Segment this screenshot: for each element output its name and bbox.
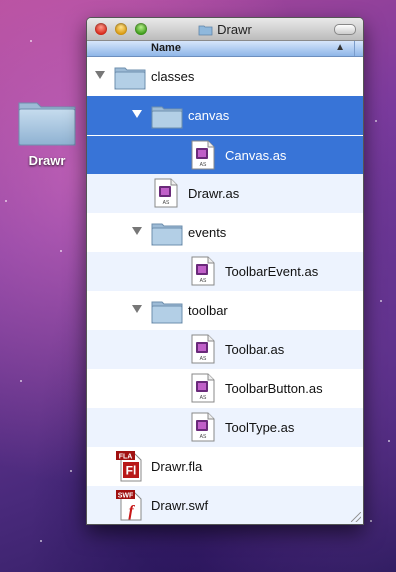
list-item[interactable]: AS ToolType.as bbox=[87, 408, 363, 447]
svg-text:AS: AS bbox=[200, 162, 207, 168]
svg-text:Fl: Fl bbox=[126, 464, 137, 478]
list-item[interactable]: events bbox=[87, 213, 363, 252]
actionscript-file-icon: AS bbox=[191, 334, 215, 367]
column-header-label: Name bbox=[151, 42, 181, 54]
list-item-label: Drawr.swf bbox=[151, 498, 209, 513]
folder-icon bbox=[198, 24, 213, 39]
window-title-area: Drawr bbox=[87, 22, 363, 39]
actionscript-file-icon: AS bbox=[191, 373, 215, 406]
flash-swf-file-icon: SWF f bbox=[115, 489, 145, 524]
disclosure-triangle-icon[interactable] bbox=[132, 227, 142, 235]
svg-text:AS: AS bbox=[163, 200, 170, 206]
list-item-label: Toolbar.as bbox=[225, 342, 285, 357]
svg-text:AS: AS bbox=[200, 434, 207, 440]
list-item[interactable]: toolbar bbox=[87, 291, 363, 330]
list-item-label: events bbox=[188, 225, 227, 240]
actionscript-file-icon: AS bbox=[154, 178, 178, 211]
desktop-folder-drawr[interactable]: Drawr bbox=[12, 95, 82, 168]
list-item[interactable]: AS ToolbarEvent.as bbox=[87, 252, 363, 291]
list-item-label: classes bbox=[151, 69, 195, 84]
disclosure-triangle-icon[interactable] bbox=[95, 71, 105, 79]
column-header-name[interactable]: Name ▲ bbox=[87, 41, 363, 57]
resize-grip-icon[interactable] bbox=[351, 512, 361, 522]
toolbar-toggle-button[interactable] bbox=[334, 24, 356, 35]
svg-text:AS: AS bbox=[200, 395, 207, 401]
list-item-label: ToolbarButton.as bbox=[225, 381, 323, 396]
list-item-label: Canvas.as bbox=[225, 148, 287, 163]
folder-icon bbox=[151, 220, 183, 249]
actionscript-file-icon: AS bbox=[191, 412, 215, 445]
svg-text:SWF: SWF bbox=[118, 493, 134, 500]
svg-text:AS: AS bbox=[200, 278, 207, 284]
flash-fla-file-icon: FLA Fl bbox=[115, 450, 145, 485]
list-item[interactable]: AS Drawr.as bbox=[87, 174, 363, 213]
svg-text:AS: AS bbox=[200, 356, 207, 362]
list-item[interactable]: AS Canvas.as bbox=[87, 135, 363, 174]
list-item-label: ToolbarEvent.as bbox=[225, 264, 319, 279]
list-item[interactable]: AS ToolbarButton.as bbox=[87, 369, 363, 408]
actionscript-file-icon: AS bbox=[191, 140, 215, 173]
folder-icon bbox=[151, 298, 183, 327]
disclosure-triangle-icon[interactable] bbox=[132, 110, 142, 118]
list-item-label: Drawr.fla bbox=[151, 459, 203, 474]
list-item-label: canvas bbox=[188, 108, 230, 123]
list-item-label: Drawr.as bbox=[188, 186, 240, 201]
list-item[interactable]: AS Toolbar.as bbox=[87, 330, 363, 369]
window-title: Drawr bbox=[217, 22, 252, 37]
desktop-icon-label: Drawr bbox=[28, 153, 66, 168]
svg-text:FLA: FLA bbox=[119, 454, 133, 461]
folder-icon bbox=[114, 64, 146, 93]
list-item[interactable]: classes bbox=[87, 57, 363, 96]
file-list: classes canvas AS Canvas.as AS Drawr.as events… bbox=[87, 57, 363, 524]
column-divider bbox=[354, 41, 355, 56]
list-item-label: toolbar bbox=[188, 303, 228, 318]
list-item[interactable]: SWF f Drawr.swf bbox=[87, 486, 363, 524]
folder-icon bbox=[151, 103, 183, 132]
disclosure-triangle-icon[interactable] bbox=[132, 305, 142, 313]
list-item[interactable]: FLA Fl Drawr.fla bbox=[87, 447, 363, 486]
actionscript-file-icon: AS bbox=[191, 256, 215, 289]
list-item[interactable]: canvas bbox=[87, 96, 363, 135]
title-bar[interactable]: Drawr bbox=[87, 18, 363, 41]
sort-ascending-icon: ▲ bbox=[335, 42, 345, 53]
list-item-label: ToolType.as bbox=[225, 420, 295, 435]
folder-icon bbox=[16, 95, 78, 147]
finder-window: Drawr Name ▲ classes canvas AS Canvas.as AS D… bbox=[86, 17, 364, 525]
